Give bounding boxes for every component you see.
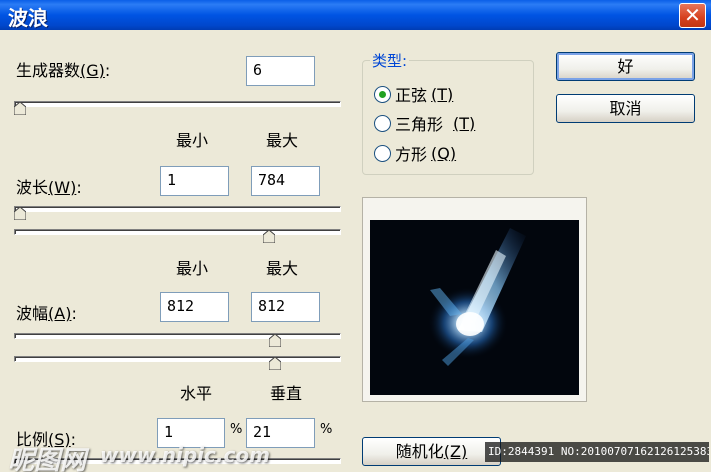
wavelength-max-slider-track[interactable] <box>14 229 341 235</box>
type-group-title: 类型: <box>370 50 410 71</box>
wavelength-max-slider-thumb[interactable] <box>262 230 275 243</box>
radio-mnemonic: (Q) <box>431 143 457 163</box>
amplitude-max-input[interactable]: 812 <box>251 292 320 322</box>
type-option-sine[interactable]: 正弦 (T) <box>374 82 453 106</box>
amplitude-min-slider-thumb[interactable] <box>269 334 282 347</box>
radio-label: 方形 <box>395 145 428 164</box>
preview-panel <box>362 197 587 402</box>
generators-input[interactable]: 6 <box>246 56 315 86</box>
scale-vertical-header: 垂直 <box>270 384 303 403</box>
generators-label: 生成器数(G): <box>16 61 111 80</box>
scale-horizontal-header: 水平 <box>180 384 213 403</box>
wavelength-label: 波长(W): <box>16 178 82 197</box>
generators-slider-track[interactable] <box>14 101 341 107</box>
wavelength-max-input[interactable]: 784 <box>251 166 320 196</box>
title-bar[interactable]: 波浪 ✕ <box>0 0 711 30</box>
radio-mnemonic: (T) <box>431 84 454 104</box>
ok-button[interactable]: 好 <box>556 52 695 81</box>
wavelength-min-header: 最小 <box>176 131 209 150</box>
generators-slider-thumb[interactable] <box>14 102 26 115</box>
watermark-logo: 昵图网 <box>8 446 87 472</box>
radio-mnemonic: (T) <box>453 113 476 133</box>
radio-button[interactable] <box>374 144 391 162</box>
radio-label: 正弦 <box>395 86 428 105</box>
close-icon: ✕ <box>684 3 701 27</box>
dialog-body: 生成器数(G): 6 最小 最大 波长(W): 1 784 最小 最大 波幅(A… <box>0 30 711 472</box>
wavelength-min-input[interactable]: 1 <box>160 166 229 196</box>
cancel-button[interactable]: 取消 <box>556 94 695 123</box>
radio-button[interactable] <box>374 114 391 132</box>
amplitude-min-slider-track[interactable] <box>14 333 341 339</box>
close-button[interactable]: ✕ <box>679 3 706 28</box>
amplitude-max-slider-track[interactable] <box>14 356 341 362</box>
wave-preview-image[interactable] <box>370 220 579 395</box>
radio-button[interactable] <box>374 85 391 103</box>
scale-vertical-percent: % <box>320 422 333 437</box>
amplitude-max-slider-thumb[interactable] <box>269 357 282 370</box>
wavelength-max-header: 最大 <box>266 131 299 150</box>
type-option-square[interactable]: 方形 (Q) <box>374 141 456 165</box>
amplitude-max-header: 最大 <box>266 259 299 278</box>
watermark-url: www.nipic.com <box>100 443 270 467</box>
watermark-overlay: 昵图网 www.nipic.com ID:2844391 NO:20100707… <box>0 438 711 472</box>
wavelength-min-slider-track[interactable] <box>14 206 341 212</box>
amplitude-label: 波幅(A): <box>16 304 77 323</box>
amplitude-min-header: 最小 <box>176 259 209 278</box>
amplitude-min-input[interactable]: 812 <box>160 292 229 322</box>
radio-label: 三角形 <box>395 115 444 134</box>
window-title: 波浪 <box>8 6 48 30</box>
scale-horizontal-percent: % <box>230 422 243 437</box>
watermark-id: ID:2844391 NO:20100707162126125383 <box>485 442 709 462</box>
type-option-triangle[interactable]: 三角形 (T) <box>374 111 475 135</box>
wavelength-min-slider-thumb[interactable] <box>14 207 26 220</box>
